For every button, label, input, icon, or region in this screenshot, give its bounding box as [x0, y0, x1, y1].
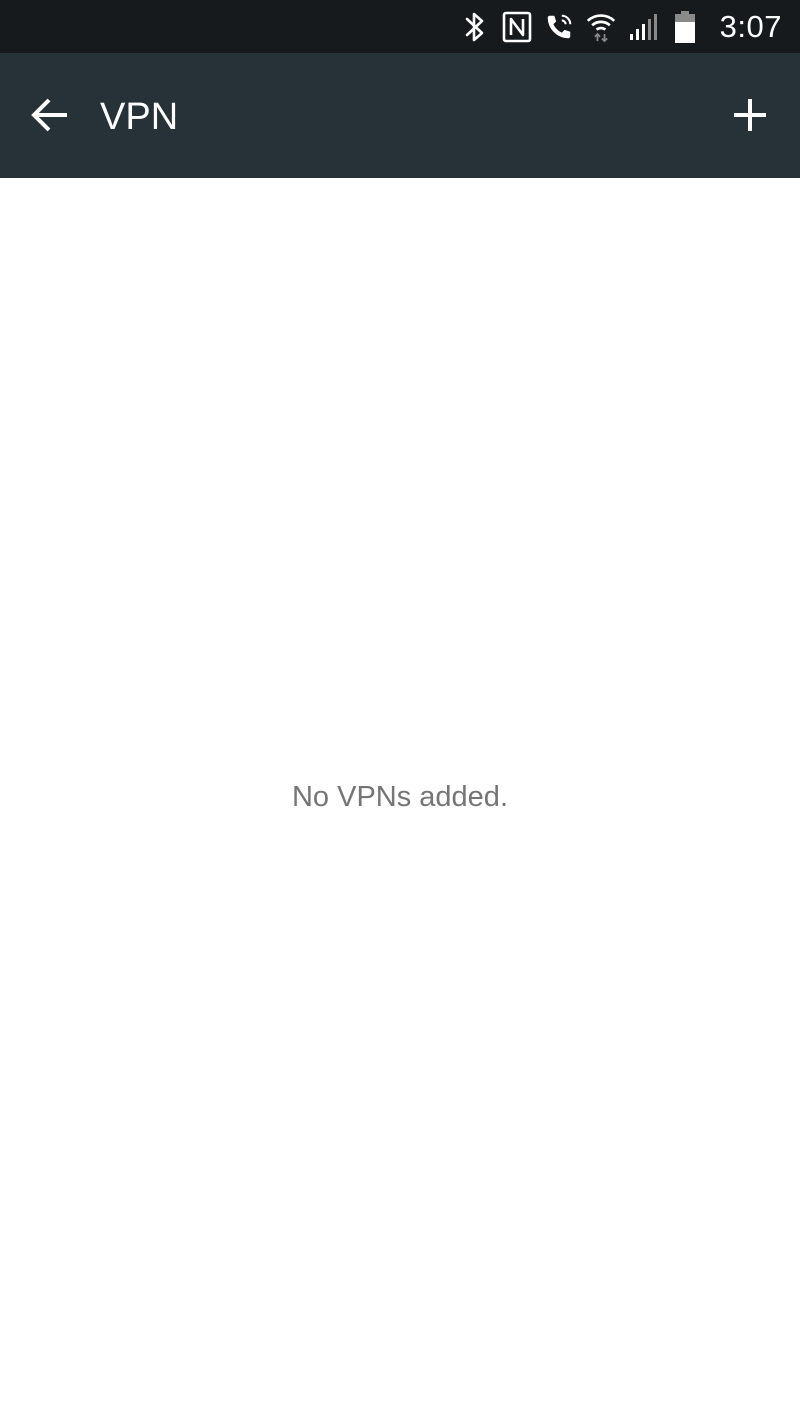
app-bar: VPN [0, 53, 800, 178]
empty-state-message: No VPNs added. [291, 781, 508, 813]
status-time: 3:07 [719, 9, 782, 44]
status-bar: 3:07 [0, 0, 800, 53]
back-button[interactable] [24, 91, 76, 143]
battery-icon [670, 10, 700, 44]
wifi-icon [586, 10, 616, 44]
bluetooth-icon [460, 10, 490, 44]
status-icons: 3:07 [460, 0, 782, 53]
arrow-back-icon [30, 95, 70, 140]
wifi-calling-icon [544, 10, 574, 44]
vpn-settings-screen: 3:07 VPN No VPNs added. [0, 0, 800, 1422]
cell-signal-icon [628, 10, 658, 44]
nfc-icon [502, 10, 532, 44]
plus-icon [733, 98, 767, 137]
add-vpn-button[interactable] [724, 91, 776, 143]
vpn-list-area: No VPNs added. [0, 178, 800, 1422]
page-title: VPN [100, 96, 179, 138]
